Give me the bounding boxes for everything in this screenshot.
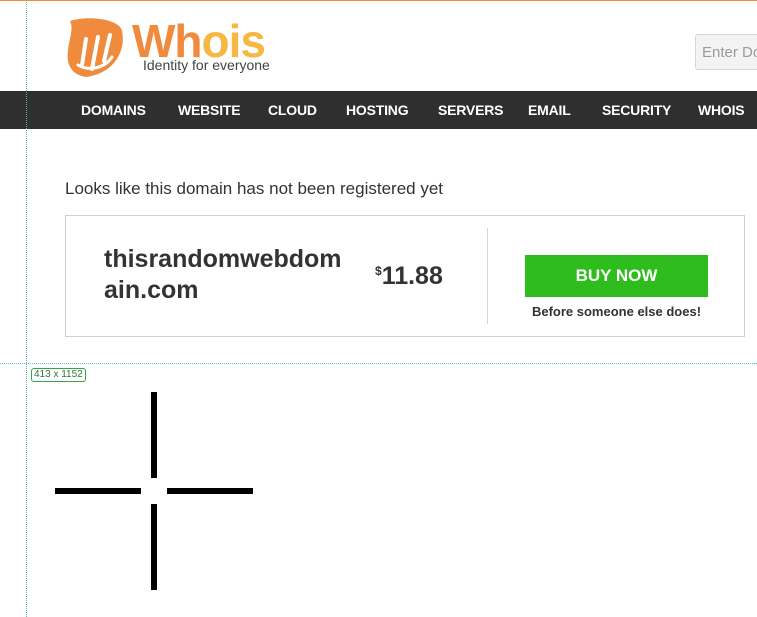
site-logo[interactable]: Whois Identity for everyone [64, 15, 294, 79]
card-divider [487, 228, 488, 324]
logo-tagline: Identity for everyone [143, 57, 270, 73]
dimension-badge: 413 x 1152 [31, 368, 86, 382]
nav-item-hosting[interactable]: HOSTING [346, 91, 409, 129]
nav-item-servers[interactable]: SERVERS [438, 91, 503, 129]
domain-search-input[interactable] [695, 34, 757, 70]
nav-item-domains[interactable]: DOMAINS [81, 91, 146, 129]
crosshair-icon [55, 392, 253, 590]
domain-name: thisrandomwebdomain.com [104, 245, 342, 304]
availability-notice: Looks like this domain has not been regi… [65, 179, 444, 198]
price-value: 11.88 [381, 262, 443, 290]
horizontal-guide-line [0, 363, 757, 364]
domain-result-card: thisrandomwebdomain.com $11.88 BUY NOW B… [65, 215, 745, 337]
whois-logo-icon [67, 18, 123, 77]
nav-item-email[interactable]: EMAIL [528, 91, 571, 129]
currency-symbol: $ [375, 264, 382, 278]
nav-item-cloud[interactable]: CLOUD [268, 91, 317, 129]
nav-item-website[interactable]: WEBSITE [178, 91, 241, 129]
main-nav: DOMAINS WEBSITE CLOUD HOSTING SERVERS EM… [0, 91, 757, 129]
nav-item-whois[interactable]: WHOIS [698, 91, 745, 129]
nav-item-security[interactable]: SECURITY [602, 91, 671, 129]
site-header: Whois Identity for everyone [0, 1, 757, 91]
vertical-guide-line [26, 0, 27, 617]
buy-now-button[interactable]: BUY NOW [525, 255, 708, 297]
buy-now-subtext: Before someone else does! [531, 304, 702, 319]
domain-price: $11.88 [375, 262, 443, 290]
